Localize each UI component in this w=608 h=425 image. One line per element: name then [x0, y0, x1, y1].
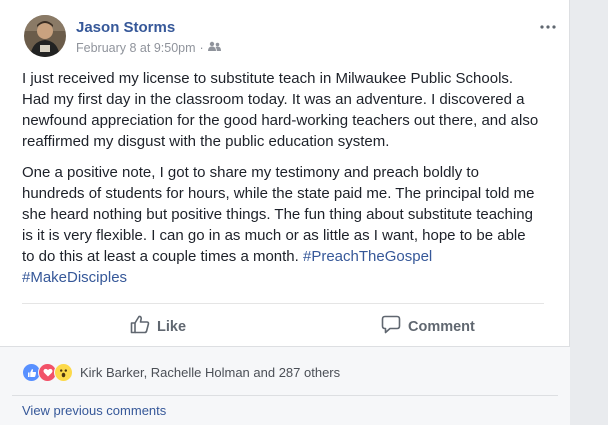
post-paragraph-1: I just received my license to substitute…	[22, 70, 539, 150]
more-options-icon[interactable]	[540, 20, 556, 30]
post-paragraph-2: One a positive note, I got to share my t…	[22, 162, 542, 288]
author-avatar[interactable]	[24, 15, 66, 57]
post-body: I just received my license to substitute…	[22, 68, 542, 298]
like-label: Like	[157, 318, 187, 335]
thumbs-up-icon	[130, 315, 150, 338]
friends-audience-icon[interactable]	[207, 41, 221, 55]
comment-label: Comment	[408, 318, 475, 335]
divider	[12, 395, 558, 396]
author-name[interactable]: Jason Storms	[76, 19, 175, 36]
reactions-summary[interactable]: Kirk Barker, Rachelle Holman and 287 oth…	[22, 363, 340, 382]
comment-button[interactable]: Comment	[381, 315, 475, 338]
like-button[interactable]: Like	[130, 315, 186, 338]
hashtag-preachthegospel[interactable]: #PreachTheGospel	[303, 248, 432, 265]
meta-separator: ·	[199, 41, 204, 55]
comment-bubble-icon	[381, 315, 401, 338]
view-previous-comments-link[interactable]: View previous comments	[22, 403, 166, 418]
reactors-text[interactable]: Kirk Barker, Rachelle Holman and 287 oth…	[80, 365, 340, 380]
feedback-section: Kirk Barker, Rachelle Holman and 287 oth…	[0, 347, 570, 425]
divider	[22, 303, 544, 304]
post-card: Jason Storms February 8 at 9:50pm · I ju…	[0, 0, 570, 425]
post-paragraph-2-text: One a positive note, I got to share my t…	[22, 164, 535, 265]
post-meta: February 8 at 9:50pm ·	[76, 41, 221, 55]
post-date[interactable]: February 8 at 9:50pm	[76, 41, 196, 55]
wow-reaction-icon	[54, 363, 73, 382]
hashtag-makedisciples[interactable]: #MakeDisciples	[22, 269, 127, 286]
